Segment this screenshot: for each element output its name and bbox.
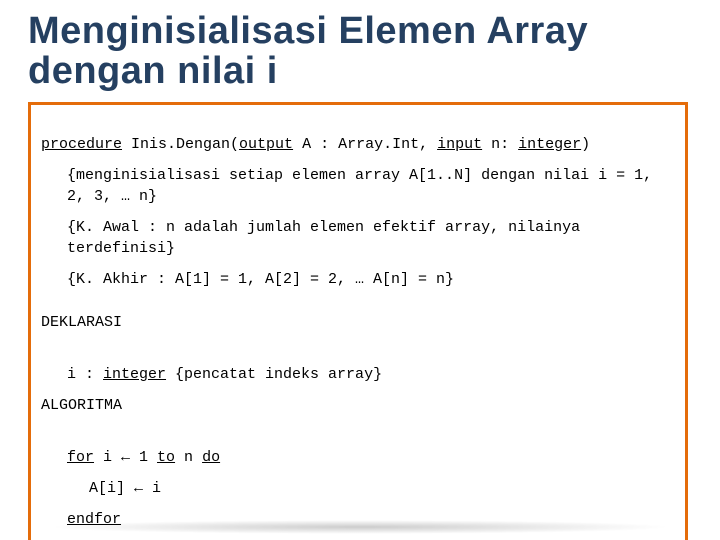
kw-do: do [202, 449, 220, 466]
comment-purpose: {menginisialisasi setiap elemen array A[… [41, 165, 675, 207]
kw-output: output [239, 136, 293, 153]
sig-seg-2: n: [482, 136, 518, 153]
sig-seg-1: A : Array.Int, [293, 136, 437, 153]
kw-for: for [67, 449, 94, 466]
kw-integer: integer [518, 136, 581, 153]
dekl-post: {pencatat indeks array} [166, 366, 382, 383]
for-mid1: i ← 1 [94, 449, 157, 466]
declaration-line: i : integer {pencatat indeks array} [41, 343, 675, 385]
sig-close: ) [581, 136, 590, 153]
comment-precondition: {K. Awal : n adalah jumlah elemen efekti… [41, 217, 675, 259]
for-mid2: n [175, 449, 202, 466]
page-title: Menginisialisasi Elemen Array dengan nil… [28, 12, 692, 92]
slide: Menginisialisasi Elemen Array dengan nil… [0, 0, 720, 540]
slide-bottom-shadow [48, 520, 672, 534]
code-box: procedure Inis.Dengan(output A : Array.I… [28, 102, 688, 540]
kw-input: input [437, 136, 482, 153]
comment-postcondition: {K. Akhir : A[1] = 1, A[2] = 2, … A[n] =… [41, 269, 675, 290]
loop-body: A[i] ← i [41, 478, 675, 499]
section-deklarasi: DEKLARASI [41, 312, 675, 333]
for-line: for i ← 1 to n do [41, 426, 675, 468]
section-algoritma: ALGORITMA [41, 395, 675, 416]
dekl-pre: i : [67, 366, 103, 383]
kw-procedure: procedure [41, 136, 122, 153]
proc-name: Inis.Dengan( [122, 136, 239, 153]
procedure-signature: procedure Inis.Dengan(output A : Array.I… [41, 113, 675, 155]
kw-to: to [157, 449, 175, 466]
kw-integer-2: integer [103, 366, 166, 383]
